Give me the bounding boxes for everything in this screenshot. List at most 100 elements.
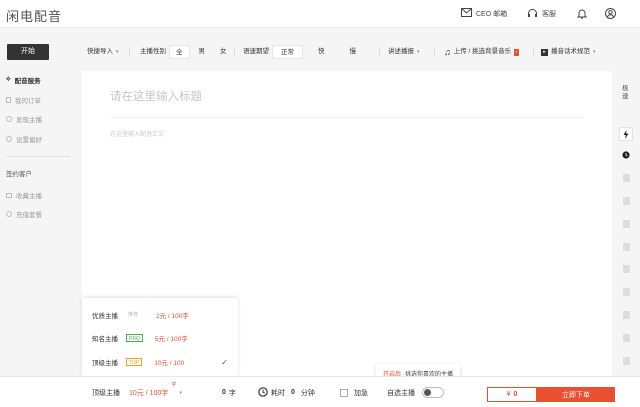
waveform-icon: ⟡ bbox=[6, 76, 11, 83]
trash-icon[interactable] bbox=[619, 354, 633, 368]
anchor-level-dropdown: 优质主播 推荐 2元 / 100字 知名主播 PRO 5元 / 100字 顶级主… bbox=[82, 298, 238, 376]
title-input[interactable]: 请在这里输入标题 bbox=[110, 88, 202, 104]
script-standard-label: 播音话术规范 bbox=[551, 48, 590, 55]
trash-icon-shape bbox=[622, 357, 630, 365]
title-underline bbox=[110, 117, 582, 118]
customer-service-label: 客服 bbox=[542, 10, 556, 18]
play-box-icon: ▸ bbox=[541, 48, 548, 56]
chevron-down-icon: ▾ bbox=[417, 49, 420, 55]
folder-icon bbox=[6, 192, 12, 198]
lightning-icon[interactable] bbox=[619, 127, 633, 141]
tone-label: 讲述播报 bbox=[388, 48, 414, 55]
order-price: ¥ 0 bbox=[487, 387, 537, 402]
sidebar-item-dubbing-service[interactable]: ⟡ 配音服务 bbox=[6, 75, 41, 85]
speed-option-normal[interactable]: 正常 bbox=[272, 45, 303, 59]
file-icon-shape bbox=[622, 265, 630, 273]
selected-level-name: 顶级主播 bbox=[92, 389, 120, 397]
headset-icon bbox=[527, 8, 538, 19]
gender-label: 主播性别 bbox=[140, 48, 166, 55]
self-select-label: 自选主播 bbox=[387, 389, 415, 397]
currency-symbol: ¥ bbox=[506, 391, 511, 398]
sidebar-item-recharge-packages[interactable]: 充值套餐 bbox=[6, 209, 42, 219]
anchor-level-select[interactable]: 顶级主播 10元 / 100字 字 ▾ bbox=[92, 377, 182, 407]
level-option-famous[interactable]: 知名主播 PRO 5元 / 100字 bbox=[92, 331, 232, 345]
document-icon bbox=[6, 97, 11, 103]
word-count-value: 0 bbox=[222, 389, 226, 396]
customer-service-link[interactable]: 客服 bbox=[527, 8, 556, 19]
sidebar-item-label: 配音服务 bbox=[14, 78, 41, 85]
mail-icon bbox=[461, 8, 472, 19]
divider bbox=[434, 48, 435, 56]
quick-import-dropdown[interactable]: 快捷导入 ▾ bbox=[87, 44, 119, 60]
sidebar-item-preferences[interactable]: 设置偏好 bbox=[6, 134, 42, 144]
speed-option-fast[interactable]: 快 bbox=[306, 45, 337, 59]
ceo-mailbox-label: CEO 邮箱 bbox=[476, 10, 508, 18]
rush-checkbox[interactable]: 加急 bbox=[340, 377, 368, 407]
duration-unit: 分钟 bbox=[300, 389, 315, 397]
right-rail: 极速 bbox=[612, 71, 640, 376]
level-option-quality[interactable]: 优质主播 推荐 2元 / 100字 bbox=[92, 308, 232, 322]
chevron-down-icon: ▾ bbox=[116, 49, 119, 55]
sidebar-item-label: 发现主播 bbox=[16, 117, 42, 124]
checkbox-icon bbox=[340, 388, 348, 397]
place-order-button[interactable]: 立即下单 bbox=[537, 387, 615, 402]
sidebar-item-my-orders[interactable]: 我的订单 bbox=[6, 95, 41, 105]
rail-speed-label[interactable]: 极速 bbox=[622, 85, 630, 101]
gender-option-male[interactable]: 男 bbox=[193, 45, 212, 59]
level-name: 顶级主播 bbox=[92, 360, 118, 367]
copy-icon[interactable] bbox=[619, 331, 633, 345]
body-textarea[interactable]: 在这里输入配音正文 bbox=[110, 129, 164, 138]
ceo-mailbox-link[interactable]: CEO 邮箱 bbox=[461, 8, 507, 19]
level-tag: PRO bbox=[126, 334, 143, 342]
user-avatar-icon[interactable] bbox=[605, 8, 616, 19]
bottom-bar: 顶级主播 10元 / 100字 字 ▾ 0 字 耗时 0 分钟 加急 自选主播 … bbox=[0, 376, 640, 407]
sidebar-item-favorite-anchors[interactable]: 收藏主播 bbox=[6, 190, 42, 200]
divider bbox=[379, 48, 380, 56]
gender-option-female[interactable]: 女 bbox=[214, 45, 233, 59]
sidebar-item-label: 设置偏好 bbox=[16, 137, 42, 144]
text-icon[interactable] bbox=[619, 194, 633, 208]
chevron-down-icon: ▾ bbox=[593, 49, 596, 55]
speed-option-slow[interactable]: 慢 bbox=[340, 45, 367, 59]
start-button[interactable]: 开始 bbox=[7, 44, 49, 60]
level-tag: TOP bbox=[126, 358, 143, 366]
clock-icon[interactable] bbox=[619, 148, 633, 162]
chevron-down-icon: ▾ bbox=[179, 389, 182, 396]
pen-icon[interactable] bbox=[619, 171, 633, 185]
sidebar-item-label: 我的订单 bbox=[15, 98, 41, 105]
music-icon[interactable] bbox=[619, 285, 633, 299]
top-header: 闲电配音 CEO 邮箱 客服 bbox=[0, 0, 640, 28]
list-icon-shape bbox=[622, 243, 630, 251]
self-select-toggle[interactable] bbox=[422, 387, 444, 398]
music-badge: ♪ bbox=[514, 48, 519, 56]
upload-music-button[interactable]: ♫ 上传 / 挑选背景音乐 ♪ bbox=[444, 44, 519, 60]
quick-import-label: 快捷导入 bbox=[87, 48, 113, 55]
coin-icon bbox=[6, 211, 12, 217]
pen-icon-shape bbox=[622, 174, 630, 182]
speed-filter: 语速期望 正常 快 慢 bbox=[243, 44, 366, 60]
list-icon[interactable] bbox=[619, 240, 633, 254]
tag-icon[interactable] bbox=[619, 217, 633, 231]
file-icon[interactable] bbox=[619, 262, 633, 276]
text-icon-shape bbox=[622, 197, 630, 205]
sidebar-section-title: 签约客户 bbox=[6, 171, 32, 178]
sidebar-divider bbox=[6, 156, 70, 157]
bell-icon[interactable] bbox=[577, 8, 587, 19]
app-logo[interactable]: 闲电配音 bbox=[6, 6, 62, 25]
gender-filter: 主播性别 全 男 女 bbox=[140, 44, 233, 60]
music-note-icon: ♫ bbox=[444, 47, 451, 57]
checkmark-icon: ✓ bbox=[221, 357, 228, 367]
word-count: 0 字 bbox=[222, 377, 236, 407]
script-standard-dropdown[interactable]: ▸ 播音话术规范 ▾ bbox=[541, 44, 596, 60]
divider bbox=[234, 48, 235, 56]
upload-music-label: 上传 / 挑选背景音乐 bbox=[453, 48, 512, 55]
music-icon-shape bbox=[622, 288, 630, 296]
level-option-top[interactable]: 顶级主播 TOP 10元 / 100 ✓ bbox=[92, 355, 232, 369]
divider bbox=[533, 48, 534, 56]
word-count-unit: 字 bbox=[228, 389, 236, 397]
image-icon[interactable] bbox=[619, 308, 633, 322]
tone-dropdown[interactable]: 讲述播报 ▾ bbox=[388, 44, 420, 60]
sidebar-item-discover-anchors[interactable]: 发现主播 bbox=[6, 114, 42, 124]
level-price: 5元 / 100字 bbox=[154, 336, 188, 343]
gender-option-all[interactable]: 全 bbox=[169, 45, 190, 59]
